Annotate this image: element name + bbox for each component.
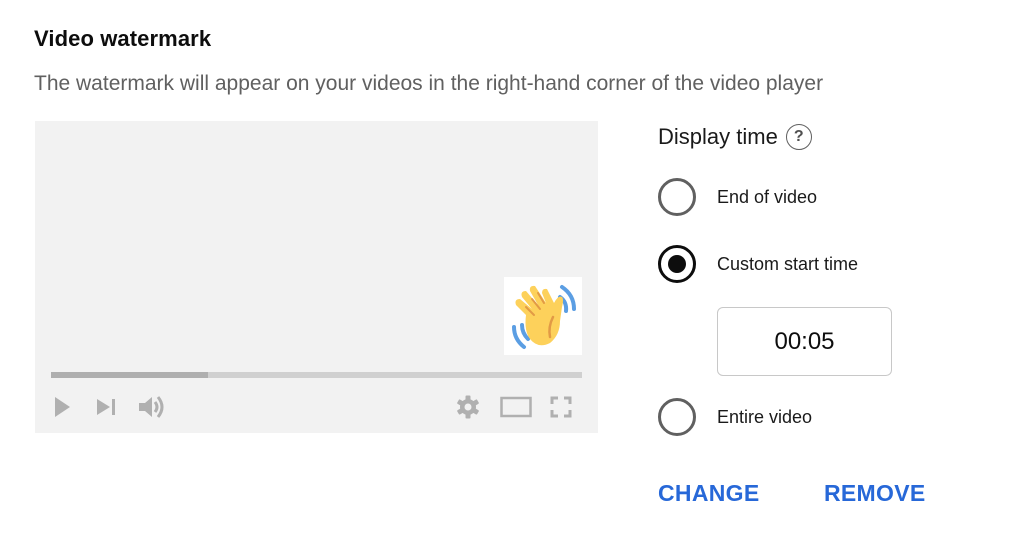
waving-hand-icon xyxy=(512,285,576,349)
display-time-heading: Display time ? xyxy=(658,124,812,150)
section-title: Video watermark xyxy=(34,26,212,51)
radio-label: Entire video xyxy=(717,406,813,427)
radio-custom-start-time[interactable]: Custom start time xyxy=(658,245,858,283)
play-icon xyxy=(55,397,70,417)
radio-end-of-video[interactable]: End of video xyxy=(658,178,817,216)
radio-label: End of video xyxy=(717,186,818,207)
remove-button[interactable]: REMOVE xyxy=(824,480,925,507)
radio-button[interactable] xyxy=(658,398,696,436)
fullscreen-button[interactable] xyxy=(547,393,575,421)
video-preview xyxy=(35,121,598,433)
custom-start-time-input[interactable] xyxy=(717,307,892,376)
volume-icon xyxy=(139,396,164,418)
video-progress-bar[interactable] xyxy=(51,372,582,378)
watermark-image xyxy=(504,277,582,355)
radio-button-selected[interactable] xyxy=(658,245,696,283)
next-icon xyxy=(97,399,115,415)
settings-button[interactable] xyxy=(453,393,483,421)
theater-mode-button[interactable] xyxy=(498,393,534,421)
fullscreen-icon xyxy=(550,396,572,418)
help-icon[interactable]: ? xyxy=(785,124,812,150)
section-description: The watermark will appear on your videos… xyxy=(34,72,824,95)
video-progress-fill xyxy=(51,372,208,378)
change-button[interactable]: CHANGE xyxy=(658,480,759,507)
next-button[interactable] xyxy=(95,393,119,421)
radio-button[interactable] xyxy=(658,178,696,216)
radio-entire-video[interactable]: Entire video xyxy=(658,398,812,436)
display-time-label: Display time xyxy=(658,124,778,149)
settings-gear-icon xyxy=(457,395,479,419)
play-button[interactable] xyxy=(51,393,73,421)
radio-label: Custom start time xyxy=(717,253,859,274)
theater-mode-icon xyxy=(500,396,532,418)
volume-button[interactable] xyxy=(135,393,169,421)
